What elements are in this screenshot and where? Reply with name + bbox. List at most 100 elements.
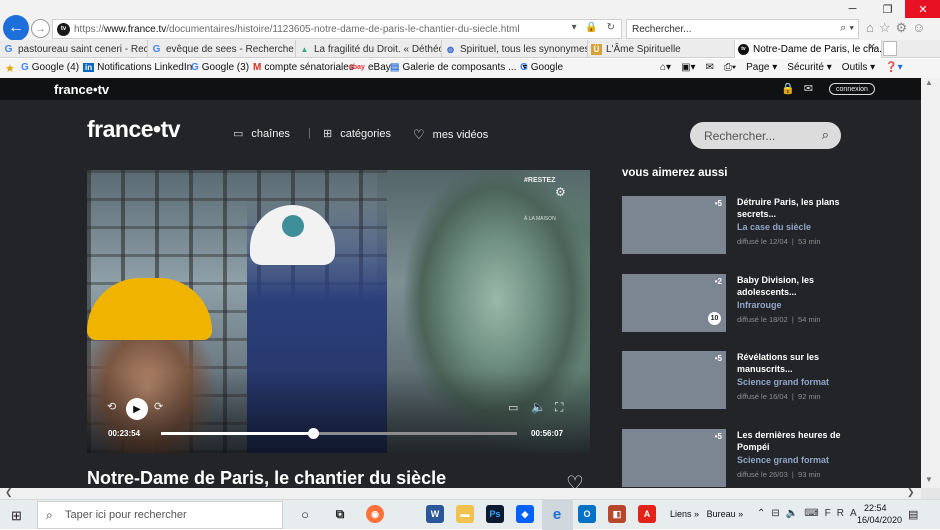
new-tab-button[interactable] [883, 41, 897, 56]
close-window-icon[interactable]: ✕ [905, 0, 940, 18]
scroll-right-icon[interactable]: ❯ [907, 487, 915, 498]
forward-button[interactable]: → [31, 19, 50, 38]
favorites-star-icon[interactable]: ★ [5, 62, 15, 75]
subtitles-icon[interactable]: ▭ [508, 401, 518, 414]
tab-notre-dame[interactable]: tv Notre-Dame de Paris, le cha... ✕ [735, 40, 882, 58]
network-icon[interactable]: ⊟ [771, 508, 785, 519]
file-explorer-icon[interactable]: ▬ [456, 505, 474, 523]
print-icon[interactable]: ⎙▾ [724, 62, 736, 73]
clock-date[interactable]: 16/04/2020 [857, 515, 902, 525]
mail-icon[interactable]: ✉ [804, 83, 822, 95]
windows-start-icon[interactable]: ⊞ [11, 508, 22, 524]
play-button[interactable]: ▶ [126, 398, 148, 420]
address-bar-icons[interactable]: ▾ 🔒 ↻ [572, 22, 618, 33]
fav-ebay[interactable]: ebay eBay [349, 62, 391, 73]
progress-track[interactable] [161, 428, 517, 439]
nav-my-videos[interactable]: ♡ mes vidéos [413, 127, 488, 143]
fav-google[interactable]: G Google [520, 62, 563, 73]
fav-google-3[interactable]: G Google (3) [191, 62, 249, 73]
nav-categories[interactable]: ⊞ catégories [323, 127, 391, 141]
fullscreen-icon[interactable]: ⛶ [555, 400, 563, 415]
photoshop-icon[interactable]: Ps [486, 505, 504, 523]
scroll-up-icon[interactable]: ▲ [925, 78, 933, 87]
suggestion-thumbnail[interactable]: •2 10 [622, 274, 726, 332]
search-icon[interactable]: ⌕ [822, 127, 829, 143]
cortana-icon[interactable]: ○ [296, 505, 314, 523]
outlook-icon[interactable]: O [578, 505, 596, 523]
dropdown-icon[interactable]: ▾ [572, 22, 580, 33]
chevron-up-icon[interactable]: ⌃ [757, 508, 771, 519]
fav-linkedin[interactable]: in Notifications LinkedIn [83, 62, 192, 73]
video-player[interactable]: #RESTEZ À LA MAISON ⚙ ⟲ ▶ ⟳ ▭ 🔈 ⛶ 00:23:… [87, 170, 590, 453]
settings-gear-icon[interactable]: ⚙ [896, 20, 913, 35]
keyboard-icon[interactable]: ⌨ [804, 508, 824, 519]
fav-compte[interactable]: Mcompte sénatoriales [253, 62, 354, 73]
progress-handle[interactable] [307, 428, 319, 439]
suggestion-thumbnail[interactable]: •5 [622, 196, 726, 254]
settings-gear-icon[interactable]: ⚙ [555, 185, 566, 199]
home-icon[interactable]: ⌂ [866, 20, 879, 35]
tab-eveque[interactable]: Gevêque de sees - Recherche Go... [148, 40, 296, 58]
suggestion-card[interactable]: •5 Détruire Paris, les plans secrets... … [622, 196, 852, 256]
refresh-icon[interactable]: ↻ [607, 22, 618, 33]
clock-time[interactable]: 22:54 [864, 503, 887, 513]
desktop-toolbar[interactable]: Bureau [707, 509, 736, 519]
word-icon[interactable]: W [426, 505, 444, 523]
suggestion-title[interactable]: Les dernières heures de Pompéi [737, 429, 849, 453]
fav-galerie[interactable]: ▤ Galerie de composants ... ▾ [390, 62, 527, 73]
lock-icon[interactable]: 🔒 [585, 22, 600, 33]
suggestion-thumbnail[interactable]: •5 [622, 429, 726, 487]
dropbox-icon[interactable]: ◆ [516, 505, 534, 523]
volume-icon[interactable]: 🔈 [531, 400, 546, 414]
speaker-icon[interactable]: 🔈 [786, 508, 804, 519]
search-icon[interactable]: ⌕ ▾ [840, 22, 854, 35]
smiley-icon[interactable]: ☺ [912, 20, 930, 35]
suggestion-thumbnail[interactable]: •5 [622, 351, 726, 409]
fav-google-4[interactable]: G Google (4) [21, 62, 79, 73]
suggestion-card[interactable]: •2 10 Baby Division, les adolescents... I… [622, 274, 852, 334]
tab-spirituel[interactable]: ◍ Spirituel, tous les synonymes [442, 40, 588, 58]
scroll-down-icon[interactable]: ▼ [925, 475, 933, 484]
nav-channels[interactable]: ▭ chaînes [233, 127, 290, 141]
connexion-button[interactable]: connexion [829, 83, 875, 95]
heart-icon[interactable]: ♡ [566, 471, 584, 488]
address-bar[interactable]: tv https://www.france.tv/documentaires/h… [52, 19, 622, 39]
site-logo[interactable]: france•tv [87, 116, 181, 143]
strip-logo[interactable]: france•tv [54, 82, 109, 97]
suggestion-title[interactable]: Détruire Paris, les plans secrets... [737, 196, 849, 220]
browser-search-box[interactable]: Rechercher... ⌕ ▾ [626, 19, 859, 39]
links-toolbar[interactable]: Liens [670, 509, 692, 519]
vertical-scrollbar[interactable] [921, 78, 940, 488]
task-view-icon[interactable]: ⧉ [331, 505, 349, 523]
suggestion-title[interactable]: Révélations sur les manuscrits... [737, 351, 849, 375]
back-button[interactable]: ← [3, 15, 29, 41]
restore-icon[interactable]: ❐ [870, 0, 905, 18]
security-menu[interactable]: Sécurité ▾ [787, 62, 832, 73]
internet-explorer-icon[interactable]: e [548, 505, 566, 523]
scroll-left-icon[interactable]: ❮ [5, 487, 13, 498]
suggestion-program[interactable]: La case du siècle [737, 222, 811, 232]
lock-icon[interactable]: 🔒 [781, 83, 804, 95]
favorites-star-icon[interactable]: ☆ [879, 20, 896, 35]
tab-pastoureau[interactable]: Gpastoureau saint ceneri - Rech... [0, 40, 148, 58]
taskbar-search-input[interactable]: ⌕ Taper ici pour rechercher [37, 501, 283, 529]
rewind-10-icon[interactable]: ⟲ [107, 400, 116, 413]
tab-ame[interactable]: Ü L'Âme Spirituelle [588, 40, 735, 58]
close-tab-icon[interactable]: ✕ [868, 42, 876, 53]
site-search-input[interactable]: Rechercher... ⌕ [690, 122, 841, 149]
suggestion-card[interactable]: •5 Révélations sur les manuscrits... Sci… [622, 351, 852, 411]
firefox-icon[interactable]: ◉ [366, 505, 384, 523]
suggestion-program[interactable]: Infrarouge [737, 300, 782, 310]
minimize-icon[interactable]: ─ [835, 0, 870, 18]
forward-10-icon[interactable]: ⟳ [154, 400, 163, 413]
tools-menu[interactable]: Outils ▾ [842, 62, 875, 73]
powerpoint-icon[interactable]: ◧ [608, 505, 626, 523]
suggestion-program[interactable]: Science grand format [737, 455, 829, 465]
page-menu[interactable]: Page ▾ [746, 62, 777, 73]
suggestion-title[interactable]: Baby Division, les adolescents... [737, 274, 849, 298]
help-icon[interactable]: ❓▾ [885, 62, 902, 73]
suggestion-card[interactable]: •5 Les dernières heures de Pompéi Scienc… [622, 429, 852, 488]
mail-icon[interactable]: ✉ [706, 62, 714, 73]
rss-icon[interactable]: ▣▾ [681, 62, 695, 73]
horizontal-scrollbar[interactable] [0, 488, 921, 499]
